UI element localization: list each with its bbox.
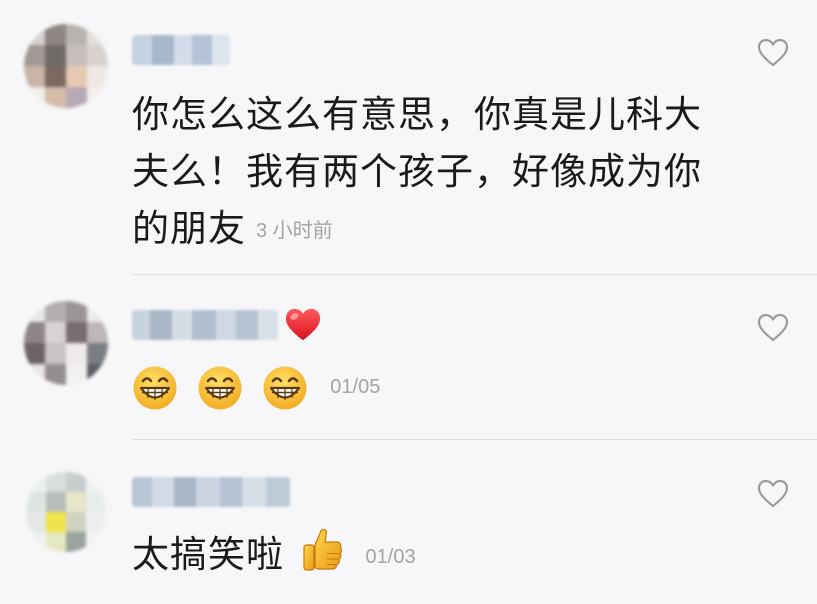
username[interactable] bbox=[132, 30, 230, 70]
comment-text-line: 你怎么这么有意思，你真是儿科大 bbox=[132, 93, 702, 136]
avatar[interactable] bbox=[24, 301, 108, 385]
like-heart-icon[interactable] bbox=[757, 479, 789, 509]
grinning-face-emoji bbox=[133, 366, 177, 409]
comments-list: 你怎么这么有意思，你真是儿科大 夫么！我有两个孩子，好像成为你 的朋友 3 小时前 bbox=[0, 0, 817, 604]
comment-item: 01/05 bbox=[0, 275, 817, 440]
username[interactable] bbox=[132, 472, 290, 512]
comment-text-segment: 的朋友 bbox=[132, 207, 246, 250]
comment-text-segment: 太搞笑啦 bbox=[132, 533, 284, 576]
thumbs-up-emoji bbox=[303, 529, 342, 571]
grinning-face-emoji bbox=[198, 366, 242, 409]
comment-item: 太搞笑啦 01/03 bbox=[0, 440, 817, 604]
comment-text: 你怎么这么有意思，你真是儿科大 夫么！我有两个孩子，好像成为你 的朋友 3 小时前 bbox=[132, 86, 732, 260]
comment-item: 你怎么这么有意思，你真是儿科大 夫么！我有两个孩子，好像成为你 的朋友 3 小时前 bbox=[0, 0, 817, 275]
comment-time: 01/03 bbox=[365, 546, 416, 568]
comment-text: 01/05 bbox=[132, 357, 732, 416]
grinning-face-emoji bbox=[263, 366, 307, 409]
red-heart-emoji bbox=[285, 308, 321, 341]
comment-time: 01/05 bbox=[330, 376, 381, 398]
username[interactable] bbox=[132, 305, 322, 345]
comment-text: 太搞笑啦 01/03 bbox=[132, 526, 732, 586]
comment-text-line: 的朋友 3 小时前 bbox=[132, 200, 732, 260]
avatar[interactable] bbox=[24, 24, 108, 108]
like-heart-icon[interactable] bbox=[757, 38, 789, 68]
comment-text-line: 夫么！我有两个孩子，好像成为你 bbox=[132, 150, 702, 193]
avatar[interactable] bbox=[26, 472, 106, 552]
comment-time: 3 小时前 bbox=[256, 220, 333, 242]
like-heart-icon[interactable] bbox=[757, 313, 789, 343]
